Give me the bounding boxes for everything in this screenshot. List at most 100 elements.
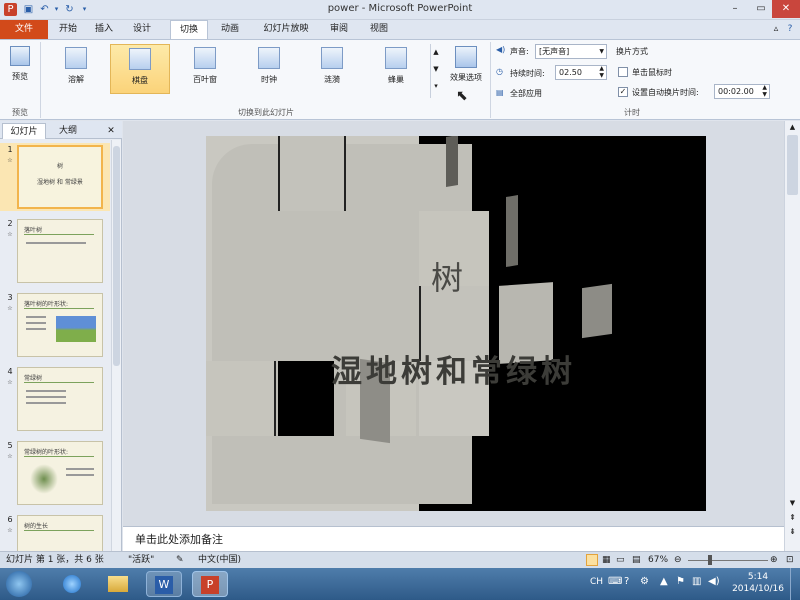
slide-thumbnail-6[interactable]: 6 ☆ 树的生长 <box>0 513 110 551</box>
slide-title[interactable]: 树 <box>431 253 463 299</box>
volume-icon[interactable]: ◀) <box>708 576 720 587</box>
transition-dissolve[interactable]: 溶解 <box>46 44 106 94</box>
tab-animations[interactable]: 动画 <box>212 20 248 39</box>
scroll-thumb[interactable] <box>113 146 120 366</box>
slide-sorter-icon[interactable]: ▦ <box>602 552 611 568</box>
after-time-stepper[interactable]: 00:02.00 ▲ ▼ <box>714 84 770 99</box>
slide-thumbnail-3[interactable]: 3 ☆ 落叶树的叶形状: <box>0 291 110 359</box>
slide-thumbnail-5[interactable]: 5 ☆ 常绿树的叶形状: <box>0 439 110 507</box>
transition-blinds[interactable]: 百叶窗 <box>175 44 235 94</box>
close-pane-icon[interactable]: ✕ <box>104 123 118 139</box>
checker-tile <box>582 283 612 339</box>
show-desktop-button[interactable] <box>790 568 800 600</box>
minimize-button[interactable]: – <box>722 0 748 18</box>
pane-scrollbar[interactable] <box>111 140 121 551</box>
normal-view-icon[interactable] <box>586 554 598 566</box>
browser-taskbar-icon[interactable] <box>54 571 90 597</box>
preview-button[interactable]: 预览 <box>4 44 36 94</box>
slide-thumbnail-1[interactable]: 1 ☆ 树 湿地树 和 常绿景 <box>0 143 110 211</box>
gallery-scroll[interactable]: ▲ ▼ ▾ <box>430 44 441 98</box>
spellcheck-icon[interactable]: ✎ <box>176 552 184 568</box>
scroll-thumb[interactable] <box>787 135 798 195</box>
effect-options-button[interactable]: 效果选项 <box>444 44 488 94</box>
tab-view[interactable]: 视图 <box>362 20 396 39</box>
maximize-button[interactable]: ▭ <box>748 0 774 18</box>
tab-insert[interactable]: 插入 <box>88 20 120 39</box>
clock-date: 2014/10/16 <box>732 584 784 594</box>
explorer-taskbar-icon[interactable] <box>100 571 136 597</box>
status-bar: 幻灯片 第 1 张，共 6 张 "活跃" ✎ 中文(中国) ▦ ▭ ▤ 67% … <box>0 551 800 568</box>
powerpoint-taskbar-icon[interactable]: P <box>192 571 228 597</box>
flag-icon[interactable]: ⚑ <box>676 576 685 587</box>
previous-slide-icon[interactable]: ⇞ <box>786 513 799 522</box>
tab-outline[interactable]: 大纲 <box>48 123 88 139</box>
network-icon[interactable]: ▥ <box>692 576 701 587</box>
input-language[interactable]: CH <box>590 577 603 587</box>
collapse-ribbon-icon[interactable]: ▵ <box>770 20 782 39</box>
clock-icon <box>258 47 280 69</box>
zoom-in-icon[interactable]: ⊕ <box>770 552 778 568</box>
gallery-down-icon[interactable]: ▼ <box>431 61 441 78</box>
apply-all-button[interactable]: 全部应用 <box>510 88 542 99</box>
slide-thumbnail-2[interactable]: 2 ☆ 落叶树 <box>0 217 110 285</box>
transition-clock[interactable]: 时钟 <box>239 44 299 94</box>
slide-thumbnail-4[interactable]: 4 ☆ 常绿树 <box>0 365 110 433</box>
slideshow-icon[interactable]: ▤ <box>632 552 641 568</box>
transition-checkerboard[interactable]: 棋盘 <box>110 44 170 94</box>
gallery-more-icon[interactable]: ▾ <box>431 78 441 95</box>
duration-value: 02.50 <box>559 68 582 77</box>
scroll-up-icon[interactable]: ▲ <box>786 123 799 131</box>
clock[interactable]: 5:14 2014/10/16 <box>730 571 786 595</box>
language-indicator[interactable]: 中文(中国) <box>198 552 241 568</box>
tab-slides[interactable]: 幻灯片 <box>2 123 46 139</box>
zoom-slider-thumb[interactable] <box>708 555 712 565</box>
tab-file[interactable]: 文件 <box>0 20 48 39</box>
customize-toolbar-icon[interactable]: ▾ <box>78 3 91 16</box>
redo-icon[interactable]: ↻ <box>63 3 76 16</box>
thumb-text-line <box>26 402 66 404</box>
fit-window-icon[interactable]: ⊡ <box>786 552 794 568</box>
slide-canvas[interactable]: 树 湿地树和常绿树 <box>206 136 706 511</box>
stepper-arrows-icon[interactable]: ▲ ▼ <box>762 84 767 98</box>
tab-home[interactable]: 开始 <box>52 20 84 39</box>
slide-subtitle[interactable]: 湿地树和常绿树 <box>331 346 576 391</box>
keyboard-icon[interactable]: ⌨ <box>608 576 622 587</box>
next-slide-icon[interactable]: ⇟ <box>786 527 799 536</box>
zoom-level[interactable]: 67% <box>648 552 668 568</box>
show-hidden-icons[interactable]: ▲ <box>660 576 668 587</box>
stepper-arrows-icon[interactable]: ▲ ▼ <box>599 65 604 79</box>
transition-honeycomb[interactable]: 蜂巢 <box>366 44 426 94</box>
sound-dropdown[interactable]: [无声音] ▼ <box>535 44 607 59</box>
timing-group-label: 计时 <box>624 108 640 117</box>
tab-slideshow[interactable]: 幻灯片放映 <box>254 20 318 39</box>
slide-preview: 落叶树的叶形状: <box>17 293 103 357</box>
app-icon[interactable]: P <box>4 3 17 16</box>
on-click-checkbox[interactable] <box>618 67 628 77</box>
tab-transitions[interactable]: 切换 <box>170 20 208 39</box>
zoom-out-icon[interactable]: ⊖ <box>674 552 682 568</box>
duration-stepper[interactable]: 02.50 ▲ ▼ <box>555 65 607 80</box>
settings-tray-icon[interactable]: ⚙ <box>640 576 649 587</box>
slide-count: 幻灯片 第 1 张，共 6 张 <box>6 555 104 565</box>
pane-tabs: 幻灯片 大纲 ✕ <box>0 121 122 139</box>
start-button[interactable] <box>6 571 32 597</box>
vertical-scrollbar[interactable]: ▲ ▼ ⇞ ⇟ <box>784 121 800 551</box>
undo-dropdown-icon[interactable]: ▾ <box>50 3 63 16</box>
gallery-up-icon[interactable]: ▲ <box>431 44 441 61</box>
scroll-down-icon[interactable]: ▼ <box>786 499 799 507</box>
notes-pane[interactable]: 单击此处添加备注 <box>123 526 784 551</box>
reading-view-icon[interactable]: ▭ <box>616 552 625 568</box>
help-icon[interactable]: ? <box>784 20 796 39</box>
after-time-checkbox[interactable]: ✓ <box>618 87 628 97</box>
word-taskbar-icon[interactable]: W <box>146 571 182 597</box>
tab-design[interactable]: 设计 <box>126 20 158 39</box>
checker-tile <box>206 361 276 436</box>
save-icon[interactable]: ▣ <box>22 3 35 16</box>
clock-time: 5:14 <box>747 572 769 582</box>
transition-ripple[interactable]: 涟漪 <box>302 44 362 94</box>
help-tray-icon[interactable]: ? <box>624 576 629 587</box>
tab-review[interactable]: 审阅 <box>322 20 356 39</box>
zoom-slider[interactable] <box>688 560 768 561</box>
sound-label: 声音: <box>510 47 529 56</box>
close-button[interactable]: ✕ <box>772 0 800 18</box>
